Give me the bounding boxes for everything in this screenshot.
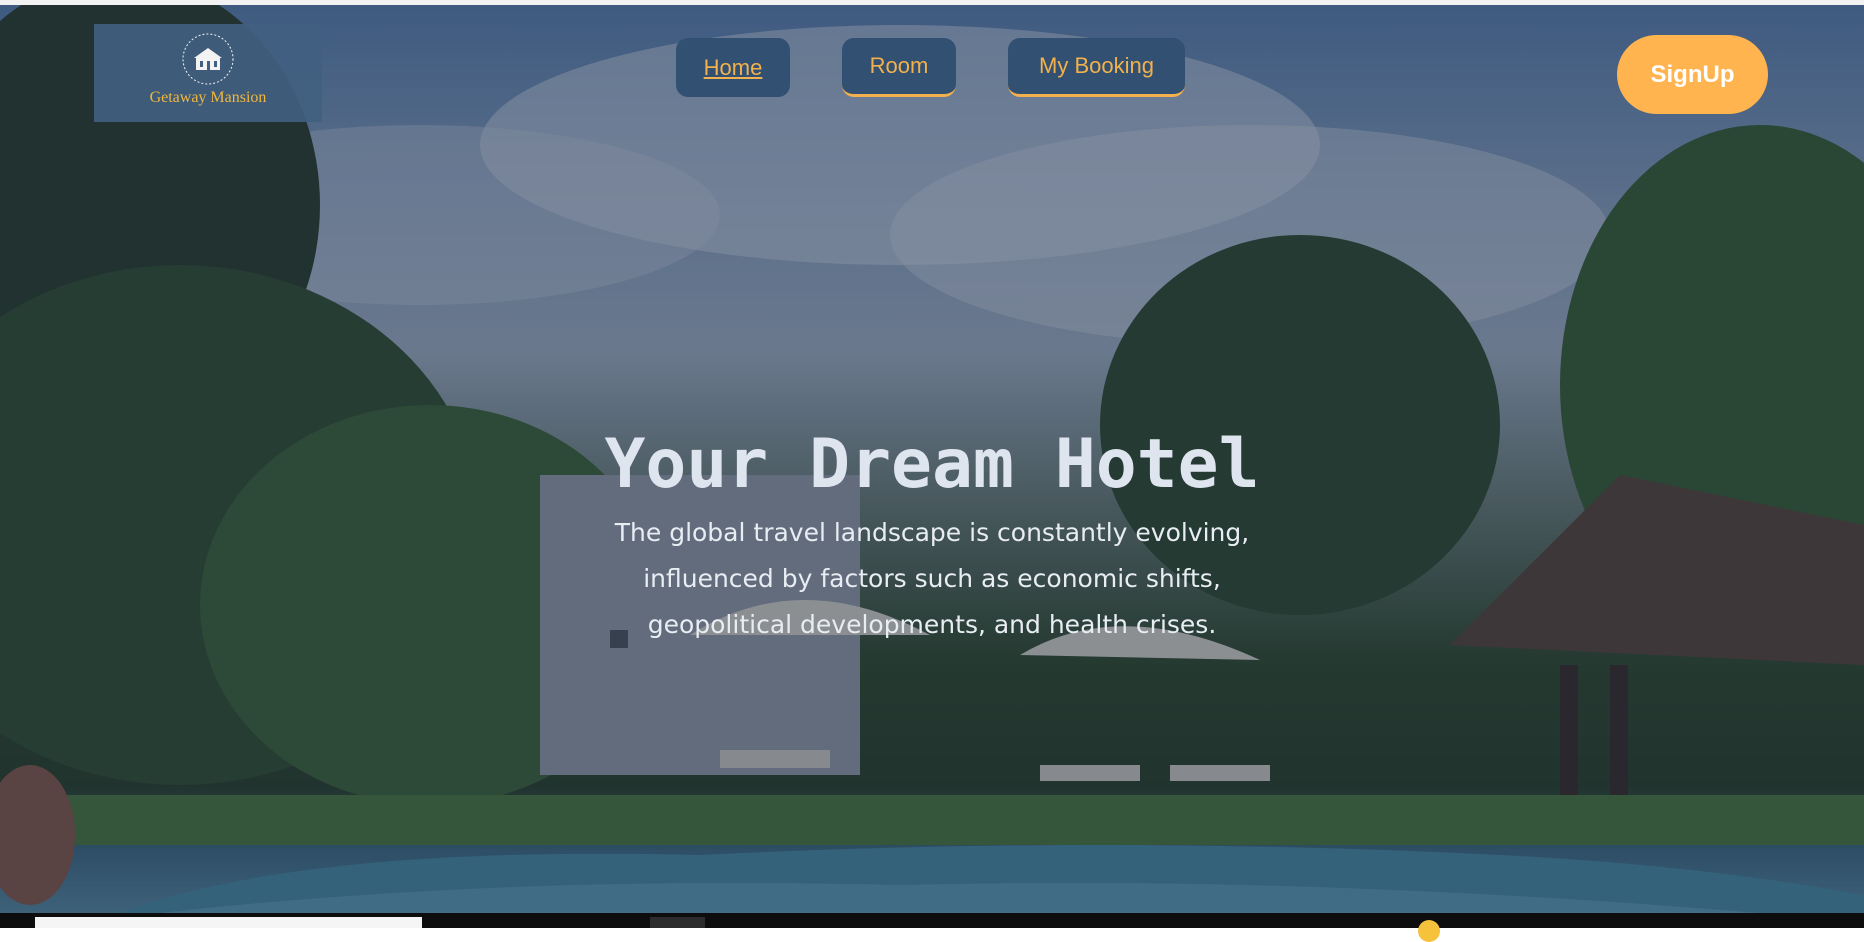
- hero-section: Getaway Mansion Home Room My Booking Sig…: [0, 5, 1864, 913]
- nav-my-booking-button[interactable]: My Booking: [1008, 38, 1185, 97]
- hero-title: Your Dream Hotel: [604, 425, 1260, 504]
- mansion-icon: [182, 33, 234, 85]
- taskbar-app-icon[interactable]: [650, 917, 705, 928]
- signup-button[interactable]: SignUp: [1617, 35, 1768, 114]
- nav-home-button[interactable]: Home: [676, 38, 790, 97]
- brand-logo[interactable]: Getaway Mansion: [94, 24, 322, 122]
- taskbar-status-icon[interactable]: [1418, 920, 1440, 942]
- taskbar-window-tab[interactable]: [35, 917, 422, 928]
- hero-description: The global travel landscape is constantl…: [614, 518, 1250, 639]
- taskbar: [0, 913, 1864, 942]
- brand-name: Getaway Mansion: [149, 89, 267, 106]
- nav-room-button[interactable]: Room: [842, 38, 956, 97]
